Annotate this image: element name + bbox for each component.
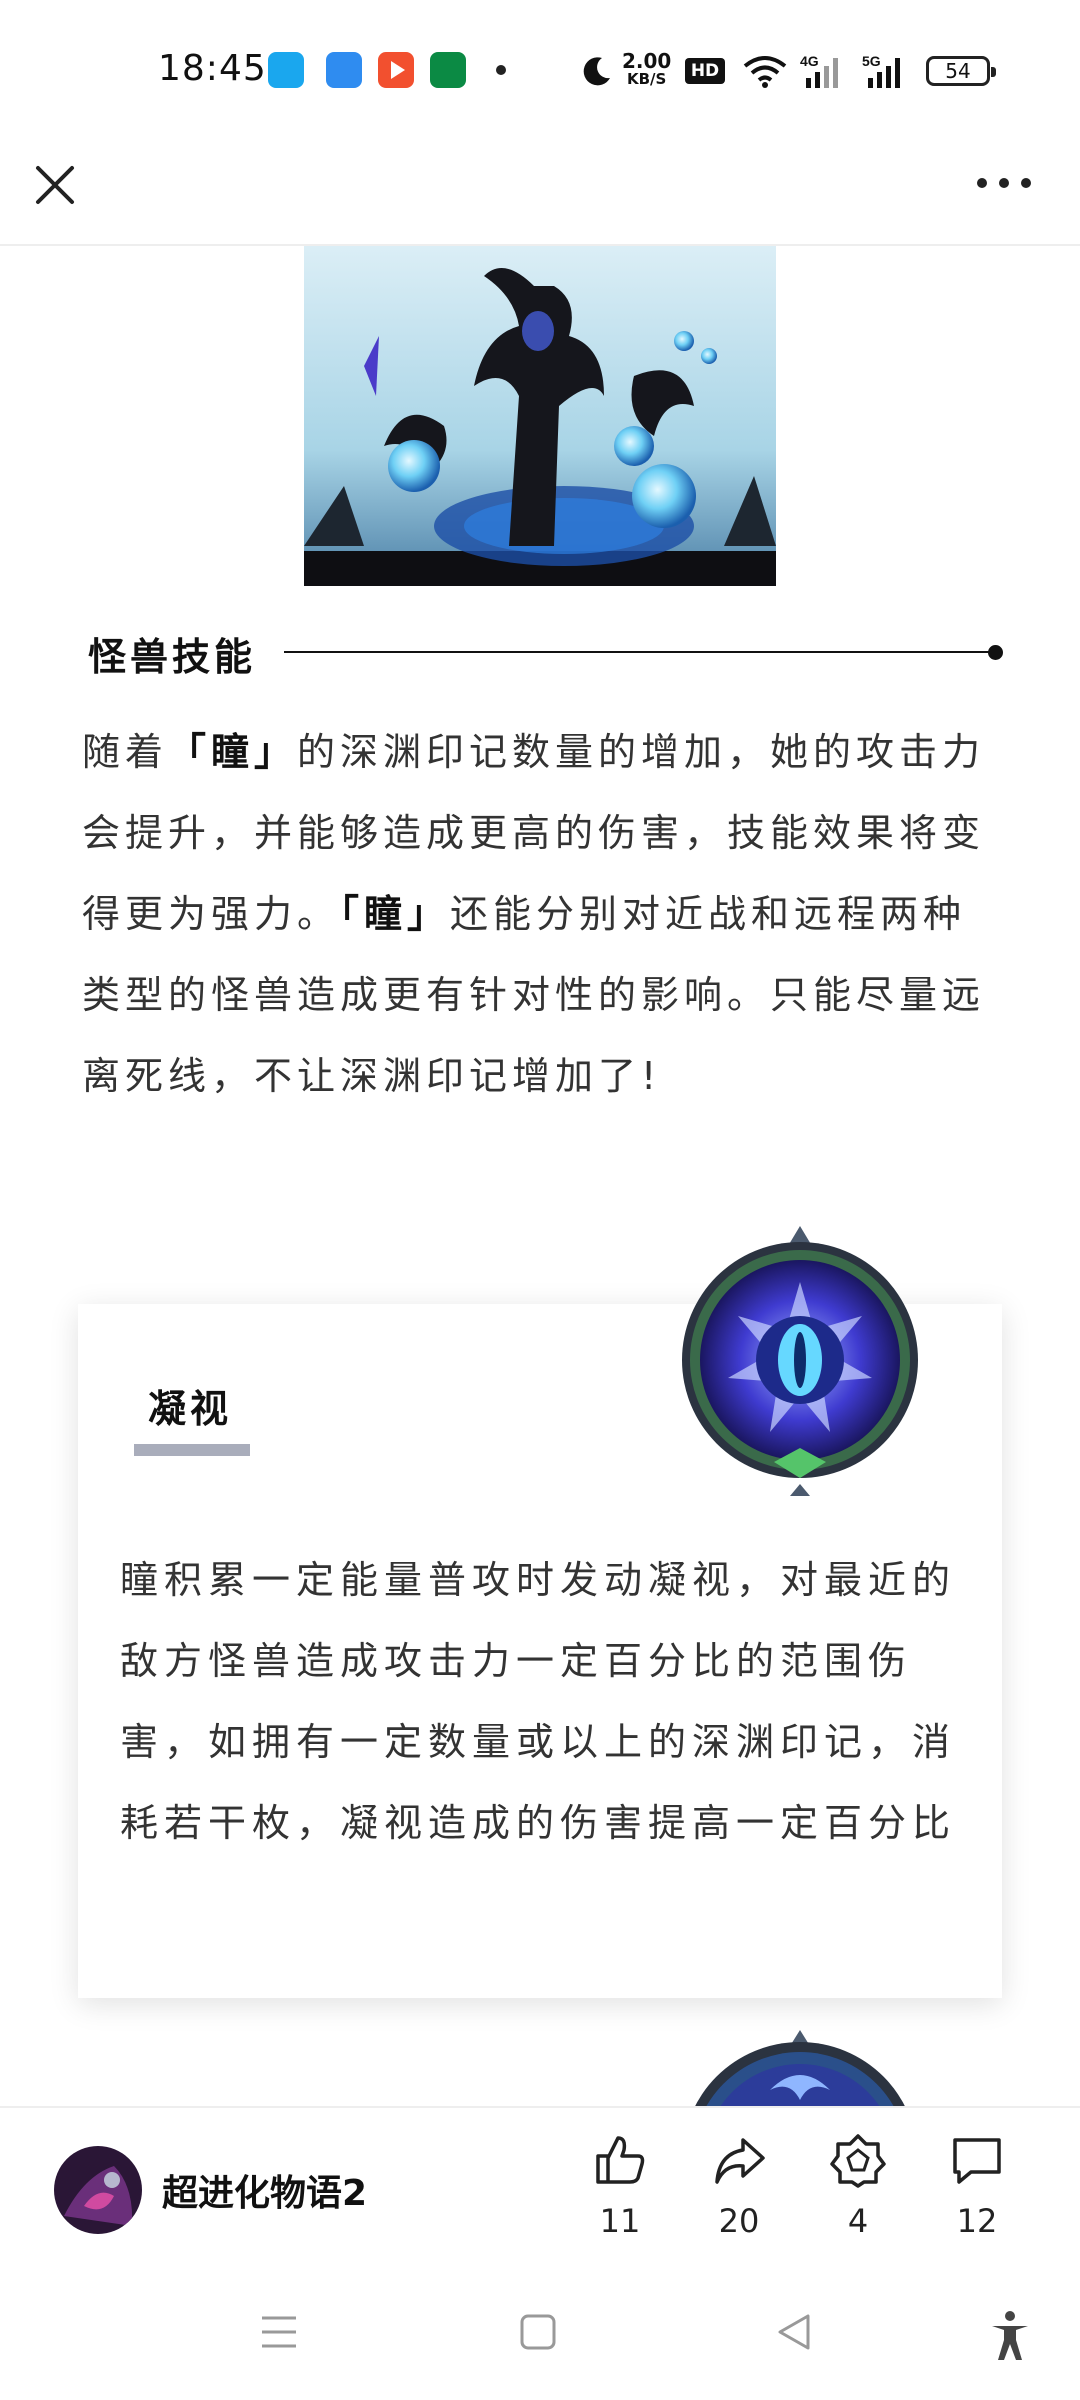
status-bar: 18:45 2.00 KB/S HD 4G 5G 54	[0, 0, 1080, 140]
gaze-skill-icon	[682, 1226, 918, 1496]
paragraph-segment: 随着	[82, 730, 169, 774]
share-count: 20	[718, 2202, 760, 2240]
video-app-icon	[378, 52, 414, 88]
badge-icon	[830, 2134, 886, 2188]
bottom-action-bar: 超进化物语2 11 20 4 12	[0, 2106, 1080, 2266]
close-icon[interactable]	[26, 156, 84, 214]
back-triangle-icon[interactable]	[774, 2310, 814, 2354]
section-title: 怪兽技能	[88, 635, 257, 679]
status-time: 18:45	[158, 48, 267, 89]
signal-5g-icon: 5G	[862, 53, 900, 88]
paragraph-segment-bold: 「瞳」	[168, 730, 298, 774]
share-button[interactable]: 20	[699, 2132, 779, 2240]
section-divider-dot	[988, 645, 1003, 660]
author-avatar[interactable]	[54, 2146, 142, 2234]
system-nav-bar	[0, 2266, 1080, 2400]
blue-app-icon	[326, 52, 362, 88]
hd-badge: HD	[685, 58, 725, 84]
qq-icon	[268, 52, 304, 88]
top-bar	[0, 140, 1080, 246]
comment-button[interactable]: 12	[937, 2132, 1017, 2240]
thumbs-up-icon	[596, 2136, 645, 2184]
comment-icon	[953, 2138, 1001, 2184]
hero-image	[304, 246, 776, 586]
skill-title-underline	[134, 1444, 250, 1456]
oppo-app-icon	[430, 52, 466, 88]
network-speed: 2.00 KB/S	[622, 49, 672, 88]
svg-text:5G: 5G	[862, 53, 881, 69]
skill-title: 凝视	[148, 1387, 233, 1431]
menu-icon[interactable]	[258, 2310, 300, 2354]
like-button[interactable]: 11	[580, 2132, 660, 2240]
notification-dot	[496, 65, 506, 75]
battery-indicator: 54	[926, 56, 996, 86]
wifi-icon	[743, 56, 787, 88]
author-name[interactable]: 超进化物语2	[162, 2164, 367, 2216]
badge-button[interactable]: 4	[818, 2132, 898, 2240]
section-divider	[284, 651, 996, 653]
accessibility-icon[interactable]	[988, 2310, 1032, 2362]
home-square-icon[interactable]	[518, 2310, 558, 2354]
paragraph-segment-bold: 「瞳」	[340, 892, 451, 936]
badge-count: 4	[847, 2202, 869, 2240]
moon-icon	[583, 57, 610, 86]
comment-count: 12	[956, 2202, 998, 2240]
next-skill-icon	[680, 2030, 920, 2110]
like-count: 11	[599, 2202, 641, 2240]
more-dots-icon[interactable]	[974, 168, 1034, 198]
share-icon	[715, 2138, 765, 2184]
signal-4g-icon: 4G	[800, 53, 838, 88]
skill-description: 瞳积累一定能量普攻时发动凝视，对最近的敌方怪兽造成攻击力一定百分比的范围伤害，如…	[120, 1558, 957, 1845]
svg-text:4G: 4G	[800, 53, 819, 69]
article-paragraph: 随着「瞳」的深渊印记数量的增加，她的攻击力会提升，并能够造成更高的伤害，技能效果…	[82, 712, 1002, 1117]
